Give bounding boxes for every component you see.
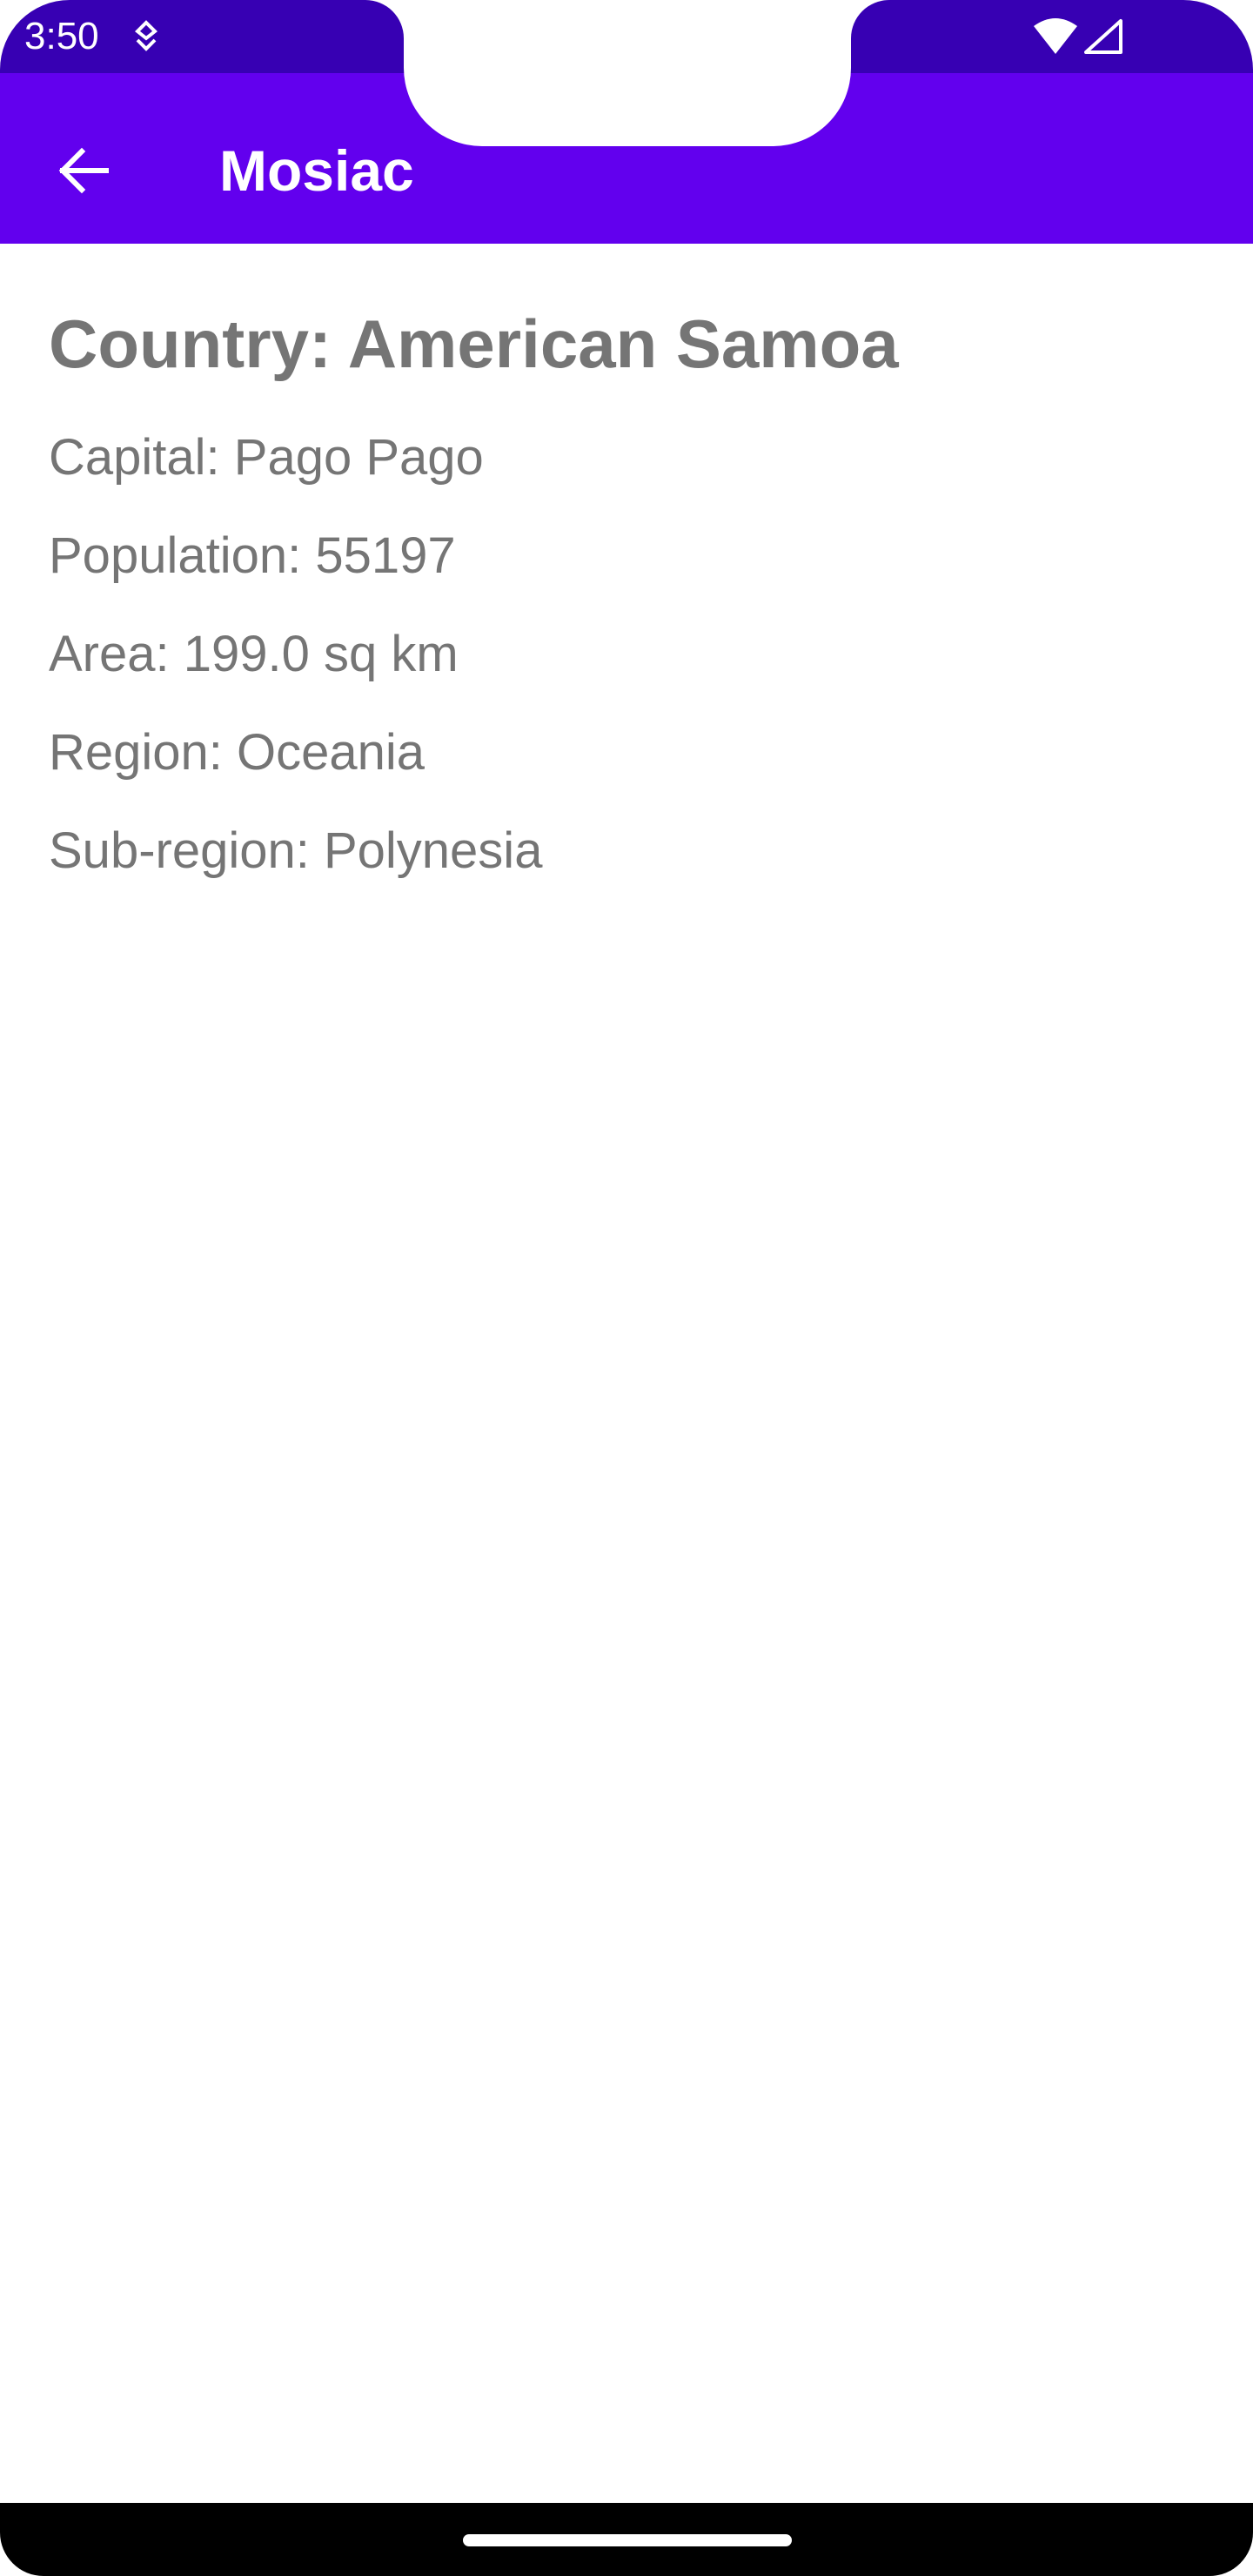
app-title: Mosiac (219, 138, 414, 203)
area-text: Area: 199.0 sq km (49, 626, 459, 682)
navigation-bar (0, 2503, 1253, 2576)
back-button[interactable] (35, 124, 132, 221)
display-notch (404, 0, 851, 146)
country-title: Country: American Samoa (49, 305, 899, 382)
signal-icon (1082, 17, 1124, 56)
region-text: Region: Oceania (49, 724, 425, 781)
notch-shoulder-left (365, 0, 404, 73)
home-handle[interactable] (463, 2534, 792, 2546)
capital-text: Capital: Pago Pago (49, 429, 484, 486)
country-details: Country: American Samoa Capital: Pago Pa… (49, 296, 1206, 915)
wifi-icon (1032, 17, 1079, 56)
status-time: 3:50 (24, 15, 99, 57)
notch-shoulder-right (851, 0, 889, 73)
notification-icon (131, 19, 162, 54)
subregion-text: Sub-region: Polynesia (49, 822, 543, 879)
arrow-back-icon (56, 143, 111, 203)
population-text: Population: 55197 (49, 527, 456, 584)
screen: 3:50 Mosiac Country: American Samoa Capi… (0, 0, 1253, 2576)
